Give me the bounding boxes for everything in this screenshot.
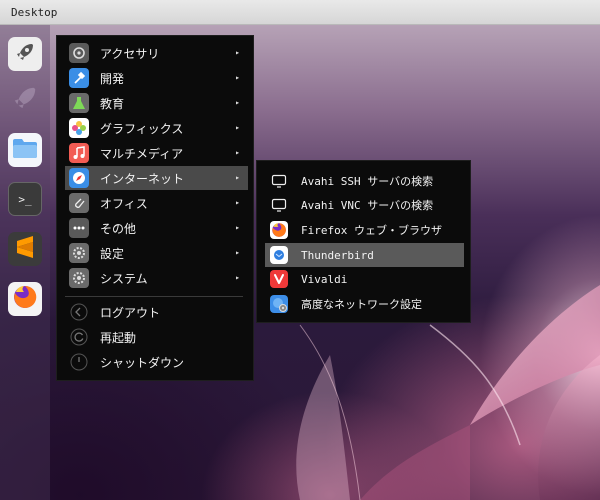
education-icon (69, 93, 89, 113)
menu-item-system[interactable]: システム ▸ (65, 266, 248, 290)
shutdown-icon (69, 352, 89, 372)
menu-item-label: インターネット (100, 171, 185, 186)
menu-item-accessories[interactable]: アクセサリ ▸ (65, 41, 248, 65)
menu-item-label: マルチメディア (100, 146, 184, 161)
shutdown-button[interactable]: シャットダウン (65, 350, 248, 374)
sublime-icon (15, 235, 35, 263)
logout-button[interactable]: ログアウト (65, 300, 248, 324)
submenu-item-label: Avahi SSH サーバの検索 (301, 175, 434, 188)
restart-icon (69, 327, 89, 347)
system-icon (69, 268, 89, 288)
shutdown-label: シャットダウン (100, 355, 185, 370)
menu-item-label: 開発 (100, 71, 125, 86)
launcher-ghost (8, 83, 42, 117)
multimedia-icon (69, 143, 89, 163)
vivaldi-icon (270, 270, 288, 288)
menu-item-label: システム (100, 271, 148, 286)
submenu-arrow-icon: ▸ (235, 98, 240, 107)
submenu-arrow-icon: ▸ (235, 123, 240, 132)
monitor-icon (270, 196, 288, 214)
internet-submenu: Avahi SSH サーバの検索 Avahi VNC サーバの検索 Firefo… (256, 160, 471, 323)
submenu-item-avahi-ssh[interactable]: Avahi SSH サーバの検索 (265, 169, 464, 193)
submenu-item-label: Vivaldi (301, 272, 348, 286)
menu-item-settings[interactable]: 設定 ▸ (65, 241, 248, 265)
window-title: Desktop (11, 5, 58, 19)
restart-label: 再起動 (100, 330, 137, 345)
internet-icon (69, 168, 89, 188)
rocket-icon (11, 84, 39, 116)
menu-item-label: 設定 (100, 246, 125, 261)
menu-item-label: アクセサリ (100, 46, 160, 61)
monitor-icon (270, 172, 288, 190)
submenu-arrow-icon: ▸ (235, 273, 240, 282)
submenu-arrow-icon: ▸ (235, 248, 240, 257)
logout-label: ログアウト (100, 305, 161, 320)
submenu-arrow-icon: ▸ (235, 198, 240, 207)
submenu-item-label: Thunderbird (301, 248, 374, 262)
logout-icon (69, 302, 89, 322)
settings-icon (69, 243, 89, 263)
office-icon (69, 193, 89, 213)
menu-item-label: その他 (100, 221, 137, 236)
menu-item-label: 教育 (100, 96, 125, 111)
menu-item-office[interactable]: オフィス ▸ (65, 191, 248, 215)
submenu-item-label: 高度なネットワーク設定 (301, 298, 422, 311)
submenu-item-vivaldi[interactable]: Vivaldi (265, 267, 464, 291)
thunderbird-icon (270, 246, 288, 264)
network-settings-icon (270, 295, 288, 313)
other-icon (69, 218, 89, 238)
menu-item-internet[interactable]: インターネット ▸ (65, 166, 248, 190)
terminal-icon: >_ (18, 192, 32, 206)
submenu-item-firefox[interactable]: Firefox ウェブ・ブラウザ (265, 218, 464, 242)
application-menu: アクセサリ ▸ 開発 ▸ 教育 ▸ グラフィックス ▸ マルチメディア ▸ イン… (56, 35, 254, 381)
submenu-arrow-icon: ▸ (235, 48, 240, 57)
menu-item-development[interactable]: 開発 ▸ (65, 66, 248, 90)
submenu-item-label: Firefox ウェブ・ブラウザ (301, 224, 442, 237)
submenu-arrow-icon: ▸ (235, 73, 240, 82)
submenu-item-thunderbird[interactable]: Thunderbird (265, 243, 464, 267)
menu-item-other[interactable]: その他 ▸ (65, 216, 248, 240)
firefox-icon (12, 284, 38, 314)
submenu-arrow-icon: ▸ (235, 173, 240, 182)
accessories-icon (69, 43, 89, 63)
menu-separator (65, 296, 243, 297)
folder-icon (12, 137, 38, 163)
top-bar: Desktop (0, 0, 600, 25)
submenu-item-avahi-vnc[interactable]: Avahi VNC サーバの検索 (265, 193, 464, 217)
sublime-button[interactable] (8, 232, 42, 266)
submenu-item-network-settings[interactable]: 高度なネットワーク設定 (265, 292, 464, 316)
launcher-button[interactable] (8, 37, 42, 71)
graphics-icon (69, 118, 89, 138)
submenu-arrow-icon: ▸ (235, 223, 240, 232)
dock: >_ (0, 25, 50, 500)
menu-item-education[interactable]: 教育 ▸ (65, 91, 248, 115)
menu-item-multimedia[interactable]: マルチメディア ▸ (65, 141, 248, 165)
restart-button[interactable]: 再起動 (65, 325, 248, 349)
submenu-item-label: Avahi VNC サーバの検索 (301, 199, 434, 212)
rocket-icon (14, 41, 36, 67)
firefox-button[interactable] (8, 282, 42, 316)
menu-item-label: グラフィックス (100, 121, 184, 136)
development-icon (69, 68, 89, 88)
files-button[interactable] (8, 133, 42, 167)
menu-item-label: オフィス (100, 196, 148, 211)
terminal-button[interactable]: >_ (8, 182, 42, 216)
menu-item-graphics[interactable]: グラフィックス ▸ (65, 116, 248, 140)
submenu-arrow-icon: ▸ (235, 148, 240, 157)
firefox-icon (270, 221, 288, 239)
